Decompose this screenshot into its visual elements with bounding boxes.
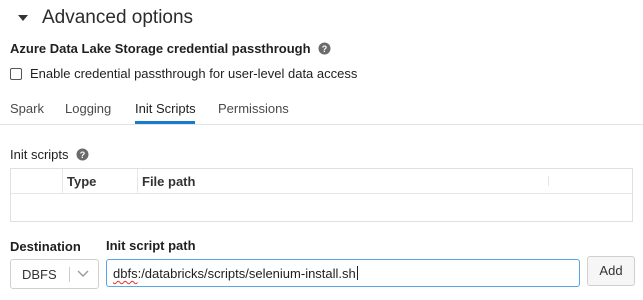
caret-down-icon [18,15,28,21]
svg-text:?: ? [321,44,327,54]
init-script-path-input[interactable]: dbfs:/databricks/scripts/selenium-instal… [106,259,580,287]
column-divider [62,169,63,193]
table-header: Type File path [11,169,632,194]
path-value-rest: :/databricks/scripts/selenium-install.sh [137,266,356,281]
text-cursor [356,266,358,280]
destination-select-value: DBFS [22,267,57,282]
column-divider [137,169,138,193]
init-scripts-title-text: Init scripts [10,147,69,162]
select-divider [69,267,70,282]
chevron-down-icon [77,270,89,277]
table-body [11,194,632,222]
destination-label: Destination [10,239,81,254]
init-scripts-table: Type File path [10,168,633,222]
tab-logging[interactable]: Logging [65,101,111,116]
tab-permissions[interactable]: Permissions [218,101,289,116]
column-header-type: Type [67,174,97,189]
add-button[interactable]: Add [587,256,635,286]
adls-title-text: Azure Data Lake Storage credential passt… [10,41,311,56]
init-script-path-label: Init script path [106,238,196,253]
column-resize-handle[interactable] [548,176,549,186]
advanced-options-toggle[interactable]: Advanced options [16,7,193,29]
help-circle-icon[interactable]: ? [76,148,89,161]
tab-bar: Spark Logging Init Scripts Permissions [0,98,643,125]
init-script-path-value: dbfs:/databricks/scripts/selenium-instal… [113,266,358,281]
adls-section-title: Azure Data Lake Storage credential passt… [10,41,331,56]
help-circle-icon[interactable]: ? [318,42,331,55]
credential-passthrough-label: Enable credential passthrough for user-l… [30,66,358,81]
column-header-file-path: File path [142,174,196,189]
credential-passthrough-option[interactable]: Enable credential passthrough for user-l… [10,66,357,81]
active-tab-indicator [135,121,195,124]
init-scripts-title: Init scripts ? [10,147,89,162]
svg-text:?: ? [79,150,85,160]
tab-init-scripts[interactable]: Init Scripts [135,101,196,116]
advanced-options-title: Advanced options [42,7,194,28]
credential-passthrough-checkbox[interactable] [10,67,22,80]
destination-select[interactable]: DBFS [10,259,99,289]
tab-spark[interactable]: Spark [10,101,44,116]
spellcheck-word: dbfs [113,266,138,281]
